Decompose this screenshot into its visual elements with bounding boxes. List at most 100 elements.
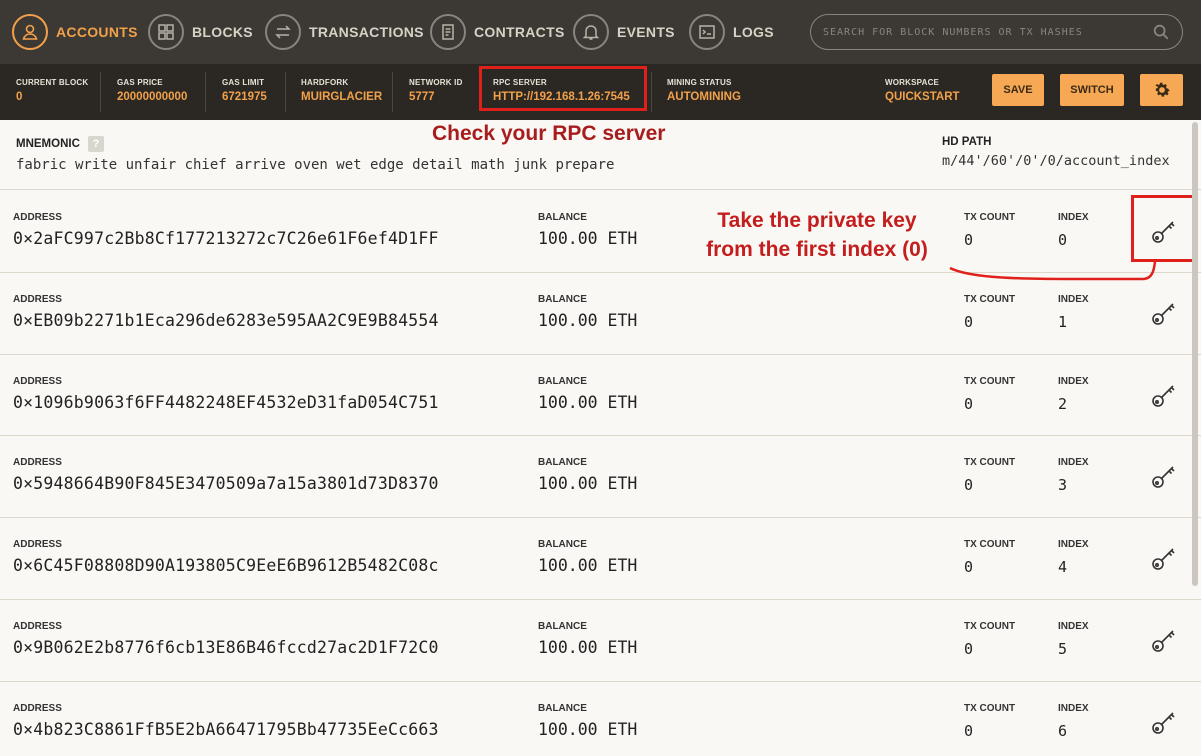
blocks-icon: [148, 14, 184, 50]
address-label: ADDRESS: [13, 293, 62, 305]
nav-contracts[interactable]: CONTRACTS: [430, 14, 565, 50]
balance-label: BALANCE: [538, 293, 587, 305]
index-value: 5: [1058, 639, 1068, 658]
events-icon: [573, 14, 609, 50]
workspace-label: WORKSPACE: [885, 78, 940, 87]
index-label: INDEX: [1058, 293, 1089, 305]
tx-count-value: 0: [964, 394, 974, 413]
index-label: INDEX: [1058, 457, 1089, 469]
tx-count-value: 0: [964, 476, 974, 495]
gas-price-label: GAS PRICE: [117, 78, 163, 87]
balance-value: 100.00 ETH: [538, 392, 638, 412]
tx-count-value: 0: [964, 639, 974, 658]
address-label: ADDRESS: [13, 375, 62, 387]
balance-value: 100.00 ETH: [538, 637, 638, 657]
nav-transactions-label: TRANSACTIONS: [309, 24, 424, 40]
tx-count-label: TX COUNT: [964, 539, 1016, 551]
hd-path-value: m/44'/60'/0'/0/account_index: [942, 153, 1170, 169]
save-button[interactable]: SAVE: [992, 74, 1044, 106]
mining-status-value: AUTOMINING: [667, 91, 741, 103]
top-nav: ACCOUNTS BLOCKS TRANSACTIONS CONTRACTS E…: [0, 0, 1201, 64]
key-icon[interactable]: [1150, 462, 1178, 490]
nav-blocks-label: BLOCKS: [192, 24, 253, 40]
nav-accounts-label: ACCOUNTS: [56, 24, 138, 40]
mining-status-label: MINING STATUS: [667, 78, 732, 87]
balance-value: 100.00 ETH: [538, 474, 638, 494]
divider: [100, 72, 101, 112]
scrollbar[interactable]: [1192, 122, 1198, 586]
tx-count-label: TX COUNT: [964, 293, 1016, 305]
tx-count-value: 0: [964, 558, 974, 577]
nav-transactions[interactable]: TRANSACTIONS: [265, 14, 424, 50]
key-icon[interactable]: [1150, 626, 1178, 654]
hardfork-value: MUIRGLACIER: [301, 91, 383, 103]
tx-count-label: TX COUNT: [964, 620, 1016, 632]
mnemonic-label: MNEMONIC: [16, 138, 80, 150]
balance-label: BALANCE: [538, 702, 587, 714]
nav-contracts-label: CONTRACTS: [474, 24, 565, 40]
mining-status-stat: MINING STATUS AUTOMINING: [667, 64, 741, 120]
balance-label: BALANCE: [538, 457, 587, 469]
index-value: 3: [1058, 476, 1068, 495]
nav-accounts[interactable]: ACCOUNTS: [12, 14, 138, 50]
tx-count-value: 0: [964, 231, 974, 249]
contracts-icon: [430, 14, 466, 50]
divider: [392, 72, 393, 112]
address-value: 0×2aFC997c2Bb8Cf177213272c7C26e61F6ef4D1…: [13, 229, 439, 248]
key-icon[interactable]: [1150, 544, 1178, 572]
address-value: 0×1096b9063f6FF4482248EF4532eD31faD054C7…: [13, 392, 439, 412]
tx-count-label: TX COUNT: [964, 375, 1016, 387]
nav-logs[interactable]: LOGS: [689, 14, 774, 50]
key-icon[interactable]: [1150, 299, 1178, 327]
gas-price-stat: GAS PRICE 20000000000: [117, 64, 187, 120]
address-label: ADDRESS: [13, 702, 62, 714]
balance-value: 100.00 ETH: [538, 556, 638, 576]
balance-label: BALANCE: [538, 375, 587, 387]
switch-button[interactable]: SWITCH: [1060, 74, 1124, 106]
nav-blocks[interactable]: BLOCKS: [148, 14, 253, 50]
address-label: ADDRESS: [13, 539, 62, 551]
index-value: 0: [1058, 231, 1068, 249]
index-value: 4: [1058, 558, 1068, 577]
balance-label: BALANCE: [538, 212, 587, 223]
network-id-stat: NETWORK ID 5777: [409, 64, 463, 120]
key-icon[interactable]: [1150, 708, 1178, 736]
address-value: 0×4b823C8861FfB5E2bA66471795Bb47735EeCc6…: [13, 719, 439, 739]
divider: [651, 72, 652, 112]
transactions-icon: [265, 14, 301, 50]
search-box: [810, 14, 1183, 50]
balance-label: BALANCE: [538, 620, 587, 632]
address-label: ADDRESS: [13, 457, 62, 469]
mnemonic-words: fabric write unfair chief arrive oven we…: [16, 157, 615, 173]
account-row: ADDRESS 0×9B062E2b8776f6cb13E86B46fccd27a…: [0, 599, 1201, 682]
nav-logs-label: LOGS: [733, 24, 774, 40]
gas-limit-label: GAS LIMIT: [222, 78, 265, 87]
nav-events[interactable]: EVENTS: [573, 14, 675, 50]
hardfork-stat: HARDFORK MUIRGLACIER: [301, 64, 382, 120]
account-row: ADDRESS 0×6C45F08808D90A193805C9EeE6B9612…: [0, 518, 1201, 600]
address-label: ADDRESS: [13, 620, 62, 632]
index-value: 1: [1058, 312, 1068, 331]
gas-price-value: 20000000000: [117, 91, 188, 103]
search-icon[interactable]: [1152, 23, 1170, 41]
search-input[interactable]: [823, 26, 1152, 38]
divider: [285, 72, 286, 112]
address-value: 0×5948664B90F845E3470509a7a15a3801d73D83…: [13, 474, 439, 494]
rpc-highlight-box: [479, 66, 647, 111]
nav-events-label: EVENTS: [617, 24, 675, 40]
current-block-stat: CURRENT BLOCK 0: [16, 64, 88, 120]
hardfork-label: HARDFORK: [301, 78, 349, 87]
help-icon[interactable]: ?: [88, 136, 104, 152]
index-label: INDEX: [1058, 702, 1089, 714]
divider: [205, 72, 206, 112]
hd-path-label: HD PATH: [942, 136, 992, 148]
current-block-label: CURRENT BLOCK: [16, 78, 89, 87]
index-value: 2: [1058, 394, 1068, 413]
settings-button[interactable]: [1140, 74, 1183, 106]
index-label: INDEX: [1058, 539, 1089, 551]
tx-count-value: 0: [964, 312, 974, 331]
tx-count-label: TX COUNT: [964, 212, 1016, 223]
network-id-value: 5777: [409, 91, 435, 103]
key-icon[interactable]: [1150, 381, 1178, 409]
logs-icon: [689, 14, 725, 50]
